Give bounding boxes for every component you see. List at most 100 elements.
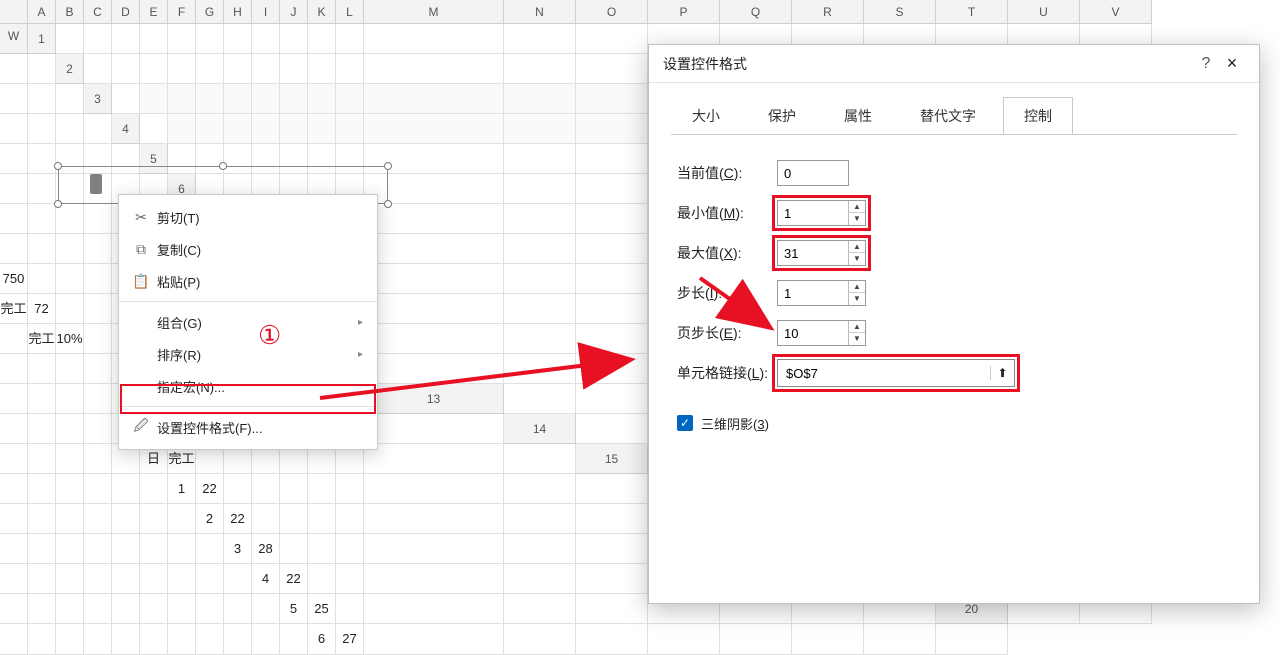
max-value-input[interactable] (778, 241, 848, 265)
cell-J13[interactable] (0, 414, 28, 444)
cell-G2[interactable] (252, 54, 280, 84)
cell-Q19[interactable] (364, 594, 504, 624)
cell-A12[interactable] (364, 354, 504, 384)
cell-J20[interactable] (196, 624, 224, 655)
cell-V3[interactable] (56, 114, 84, 144)
cell-Q16[interactable] (280, 504, 308, 534)
current-value-input[interactable] (778, 161, 848, 185)
cell-G18[interactable] (56, 564, 84, 594)
cell-N18[interactable]: 4 (252, 564, 280, 594)
cell-H3[interactable] (308, 84, 336, 114)
col-header-M[interactable]: M (364, 0, 504, 24)
cell-N9[interactable]: 完工量 (0, 294, 28, 324)
input-cell-link[interactable]: ⬆ (777, 359, 1015, 387)
cell-B12[interactable] (504, 354, 576, 384)
cell-F18[interactable] (28, 564, 56, 594)
cell-N11[interactable] (56, 354, 84, 384)
cell-V1[interactable] (0, 54, 28, 84)
cell-K15[interactable] (84, 474, 112, 504)
col-header-P[interactable]: P (648, 0, 720, 24)
row-header-4[interactable]: 4 (112, 114, 140, 144)
cell-P17[interactable] (280, 534, 308, 564)
cell-D3[interactable] (196, 84, 224, 114)
input-step[interactable]: ▲▼ (777, 280, 866, 306)
cell-I1[interactable] (280, 24, 308, 54)
col-header-B[interactable]: B (56, 0, 84, 24)
cell-W3[interactable] (84, 114, 112, 144)
cell-I6[interactable] (576, 174, 648, 204)
cell-N17[interactable]: 3 (224, 534, 252, 564)
cell-T3[interactable] (0, 114, 28, 144)
cell-Q8[interactable] (56, 264, 84, 294)
cell-K1[interactable] (336, 24, 364, 54)
cell-R8[interactable] (84, 264, 112, 294)
cell-C11[interactable] (504, 324, 576, 354)
cell-A14[interactable] (576, 414, 648, 444)
cell-B3[interactable] (140, 84, 168, 114)
step-value-input[interactable] (778, 281, 848, 305)
cell-K17[interactable] (140, 534, 168, 564)
cell-P20[interactable] (364, 624, 504, 655)
cell-R17[interactable] (336, 534, 364, 564)
col-header-G[interactable]: G (196, 0, 224, 24)
cell-I17[interactable] (84, 534, 112, 564)
cell-M17[interactable] (196, 534, 224, 564)
cell-E1[interactable] (168, 24, 196, 54)
cell-E3[interactable] (224, 84, 252, 114)
col-header-V[interactable]: V (1080, 0, 1152, 24)
cell-S20[interactable] (648, 624, 720, 655)
cell-F2[interactable] (224, 54, 252, 84)
cell-H6[interactable] (504, 174, 576, 204)
input-max[interactable]: ▲▼ (777, 240, 866, 266)
cell-D4[interactable] (224, 114, 252, 144)
col-header-I[interactable]: I (252, 0, 280, 24)
cell-P9[interactable] (56, 294, 84, 324)
cell-A13[interactable] (504, 384, 576, 414)
cell-O15[interactable]: 22 (196, 474, 224, 504)
cell-N1[interactable] (576, 24, 648, 54)
cell-I3[interactable] (336, 84, 364, 114)
cell-L12[interactable] (28, 384, 56, 414)
col-header-Q[interactable]: Q (720, 0, 792, 24)
cell-O11[interactable] (84, 354, 112, 384)
cell-J15[interactable] (56, 474, 84, 504)
col-header-J[interactable]: J (280, 0, 308, 24)
cell-F4[interactable] (280, 114, 308, 144)
cell-E20[interactable] (56, 624, 84, 655)
tab-4[interactable]: 控制 (1003, 97, 1073, 134)
cell-R5[interactable] (0, 174, 28, 204)
cell-S15[interactable] (308, 474, 336, 504)
col-header-A[interactable]: A (28, 0, 56, 24)
cell-F9[interactable] (576, 264, 648, 294)
tab-3[interactable]: 替代文字 (899, 97, 997, 134)
cell-O19[interactable]: 25 (308, 594, 336, 624)
cell-V20[interactable] (864, 624, 936, 655)
col-header-K[interactable]: K (308, 0, 336, 24)
col-header-C[interactable]: C (84, 0, 112, 24)
cell-V16[interactable] (576, 504, 648, 534)
cell-R18[interactable] (364, 564, 504, 594)
input-min[interactable]: ▲▼ (777, 200, 866, 226)
cell-J14[interactable] (28, 444, 56, 474)
tab-0[interactable]: 大小 (671, 97, 741, 134)
cell-P19[interactable] (336, 594, 364, 624)
cell-M11[interactable] (28, 354, 56, 384)
spin-down-icon[interactable]: ▼ (849, 213, 865, 225)
cell-S6[interactable] (56, 204, 84, 234)
cell-J17[interactable] (112, 534, 140, 564)
cell-O8[interactable]: 750 (0, 264, 28, 294)
cell-K19[interactable] (196, 594, 224, 624)
cell-A1[interactable] (56, 24, 84, 54)
help-button[interactable]: ? (1193, 55, 1219, 73)
cell-O9[interactable]: 72 (28, 294, 56, 324)
col-header-R[interactable]: R (792, 0, 864, 24)
cell-D11[interactable] (576, 324, 648, 354)
cell-N20[interactable]: 6 (308, 624, 336, 655)
cell-N15[interactable]: 1 (168, 474, 196, 504)
context-item-6[interactable]: 🖉设置控件格式(F)... (119, 411, 377, 443)
cell-N12[interactable] (84, 384, 112, 414)
col-header-O[interactable]: O (576, 0, 648, 24)
col-header-T[interactable]: T (936, 0, 1008, 24)
context-item-4[interactable]: 排序(R)▸ (119, 338, 377, 370)
cell-J1[interactable] (308, 24, 336, 54)
